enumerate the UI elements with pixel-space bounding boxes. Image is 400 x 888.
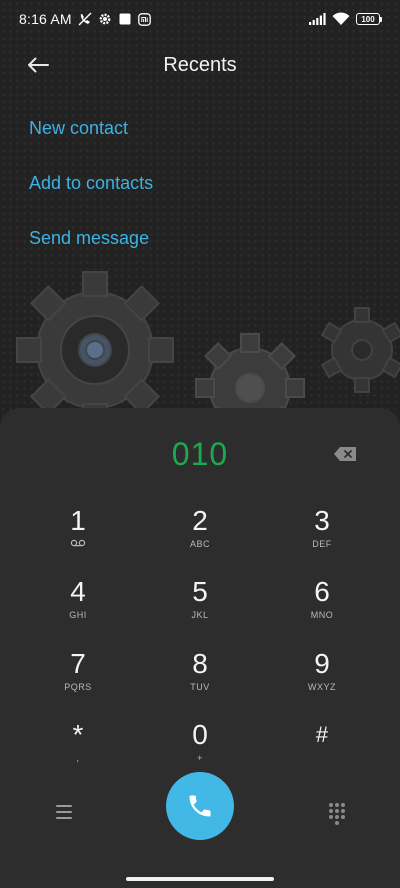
key-digit: 8	[192, 648, 208, 679]
key-1[interactable]: 1	[33, 504, 123, 564]
mi-icon	[138, 12, 152, 26]
key-4[interactable]: 4 GHI	[33, 575, 123, 635]
key-letters: ABC	[189, 539, 210, 549]
key-digit: 5	[192, 576, 208, 607]
key-letters: +	[197, 753, 203, 763]
dialpad-panel: 010 1 2 ABC 3 DEF 4 GHI 5 JKL 6 MNO 7 PQ…	[0, 408, 400, 888]
new-contact-link[interactable]: New contact	[29, 110, 153, 165]
dialpad-icon	[329, 803, 345, 825]
key-0[interactable]: 0 +	[155, 718, 245, 778]
status-bar: 8:16 AM 100	[0, 0, 400, 38]
key-3[interactable]: 3 DEF	[277, 504, 367, 564]
battery-icon: 100	[356, 13, 382, 25]
wifi-icon	[332, 12, 350, 26]
add-to-contacts-link[interactable]: Add to contacts	[29, 165, 153, 220]
send-message-link[interactable]: Send message	[29, 220, 153, 275]
key-letters: TUV	[190, 682, 210, 692]
key-digit: 7	[70, 648, 86, 679]
key-5[interactable]: 5 JKL	[155, 575, 245, 635]
key-8[interactable]: 8 TUV	[155, 647, 245, 707]
key-star[interactable]: * ,	[33, 718, 123, 778]
key-letters	[277, 752, 367, 764]
battery-level: 100	[356, 13, 380, 25]
status-time: 8:16 AM	[19, 11, 72, 27]
actions-list: New contact Add to contacts Send message	[29, 110, 153, 275]
key-7[interactable]: 7 PQRS	[33, 647, 123, 707]
arrow-left-icon	[28, 57, 49, 73]
call-button[interactable]	[166, 772, 234, 840]
key-digit: 4	[70, 576, 86, 607]
key-letters: WXYZ	[308, 682, 336, 692]
key-6[interactable]: 6 MNO	[277, 575, 367, 635]
key-letters: JKL	[191, 610, 209, 620]
key-digit: 1	[70, 505, 86, 536]
key-letters: MNO	[310, 610, 334, 620]
settings-icon	[98, 12, 112, 26]
menu-icon	[56, 805, 72, 807]
key-digit: 9	[314, 648, 330, 679]
voicemail-icon	[33, 538, 123, 550]
page-title: Recents	[163, 53, 237, 76]
no-call-icon	[78, 12, 92, 26]
back-button[interactable]	[22, 50, 54, 80]
key-letters: PQRS	[64, 682, 92, 692]
header: Recents	[0, 42, 400, 88]
backspace-icon	[334, 447, 356, 461]
backspace-button[interactable]	[333, 444, 359, 464]
key-digit: #	[315, 722, 329, 747]
key-letters: DEF	[312, 539, 332, 549]
key-digit: 2	[192, 505, 208, 536]
key-digit: 3	[314, 505, 330, 536]
key-hash[interactable]: #	[277, 718, 367, 778]
dialpad-bottom-bar	[0, 770, 400, 850]
square-icon	[118, 12, 132, 26]
key-digit: 0	[192, 719, 208, 750]
key-letters: GHI	[69, 610, 87, 620]
key-digit: *	[72, 719, 84, 750]
key-digit: 6	[314, 576, 330, 607]
dialpad-toggle-button[interactable]	[324, 800, 350, 826]
signal-icon	[309, 12, 326, 26]
key-9[interactable]: 9 WXYZ	[277, 647, 367, 707]
phone-icon	[189, 795, 211, 817]
menu-button[interactable]	[50, 800, 78, 824]
key-2[interactable]: 2 ABC	[155, 504, 245, 564]
key-letters: ,	[76, 753, 80, 763]
home-indicator[interactable]	[126, 877, 274, 881]
